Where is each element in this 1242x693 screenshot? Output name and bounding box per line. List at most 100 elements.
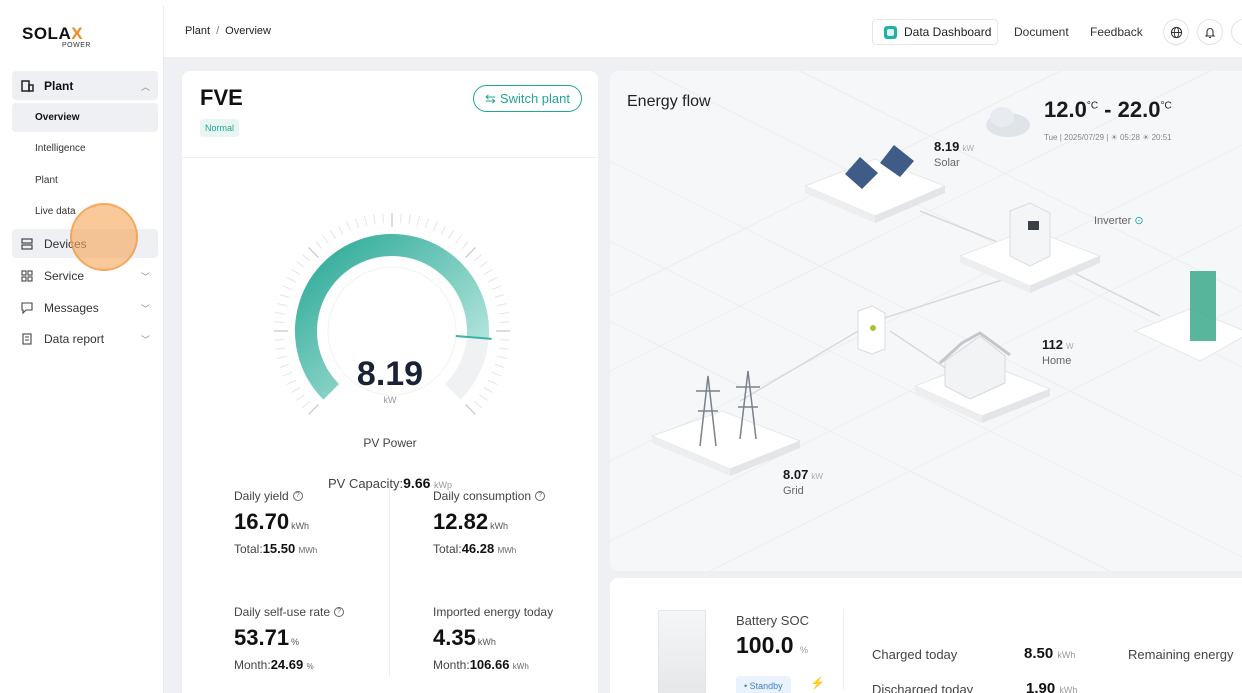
gauge-tick bbox=[373, 214, 376, 225]
gauge-tick bbox=[279, 294, 290, 299]
gauge-tick bbox=[322, 235, 329, 244]
service-icon bbox=[20, 269, 34, 283]
gauge-tick bbox=[346, 221, 352, 232]
gauge-tick bbox=[499, 338, 510, 341]
gauge-tick bbox=[455, 235, 462, 244]
battery-status-badge: • Standby bbox=[736, 676, 791, 693]
pv-power-label: PV Power bbox=[363, 436, 417, 450]
gauge-tick bbox=[274, 338, 285, 341]
gauge-tick bbox=[291, 268, 301, 275]
gauge-tick bbox=[483, 268, 493, 275]
help-icon[interactable]: ? bbox=[535, 491, 546, 501]
dashboard-icon bbox=[884, 25, 897, 39]
gauge-tick bbox=[496, 302, 507, 307]
gauge-tick bbox=[461, 240, 470, 250]
chevron-up-icon: ︿ bbox=[140, 82, 150, 92]
logo-sub: POWER bbox=[62, 42, 91, 49]
plant-name: FVE bbox=[200, 85, 243, 110]
gauge-tick bbox=[499, 321, 510, 324]
help-icon[interactable]: ? bbox=[334, 607, 345, 617]
sidebar-item-data-report[interactable]: Data report ﹀ bbox=[12, 324, 158, 353]
cloud-icon bbox=[986, 107, 1030, 137]
sidebar-item-messages[interactable]: Messages ﹀ bbox=[12, 293, 158, 322]
solar-panels-illustration bbox=[803, 145, 947, 223]
info-circle-icon: ⊙ bbox=[1134, 215, 1144, 227]
gauge-tick bbox=[416, 216, 421, 227]
gauge-tick bbox=[308, 404, 319, 415]
remaining-energy-label: Remaining energy bbox=[1128, 647, 1234, 662]
gauge-tick bbox=[296, 261, 305, 268]
pv-power-unit: kW bbox=[383, 395, 397, 405]
date-sun-line: Tue | 2025/07/29 | ☀ 05:28 ☀ 20:51 bbox=[1044, 133, 1172, 142]
gauge-tick bbox=[465, 247, 476, 258]
switch-plant-button[interactable]: ⇆ Switch plant bbox=[473, 85, 582, 112]
feedback-link[interactable]: Feedback bbox=[1090, 25, 1143, 39]
chevron-down-icon: ﹀ bbox=[140, 335, 150, 345]
document-link[interactable]: Document bbox=[1014, 25, 1069, 39]
charged-today-label: Charged today bbox=[872, 647, 958, 662]
gauge-tick bbox=[337, 225, 344, 235]
battery-card: Battery SOC 100.0 % • Standby ⚡ Charged … bbox=[610, 578, 1242, 693]
messages-icon bbox=[20, 301, 34, 315]
pv-power-value: 8.19 bbox=[356, 355, 424, 393]
app-frame: SOLAX POWER Plant ︿ Overview Intelligenc… bbox=[6, 6, 1242, 693]
gauge-tick bbox=[286, 276, 296, 283]
plant-status-badge: Normal bbox=[200, 119, 240, 137]
sidebar-item-intelligence[interactable]: Intelligence bbox=[12, 134, 158, 163]
stat-imported-energy: Imported energy today 4.35 kWh Month:106.… bbox=[433, 605, 554, 672]
discharged-today-value: 1.90 kWh bbox=[1026, 680, 1078, 693]
battery-image bbox=[658, 610, 706, 693]
sidebar-plant-label: Plant bbox=[44, 78, 74, 93]
energy-flow-title: Energy flow bbox=[627, 93, 711, 110]
gauge-tick bbox=[355, 218, 360, 229]
inverter-link[interactable]: Inverter ⊙ bbox=[1094, 214, 1144, 229]
solar-label: 8.19 kW Solar bbox=[934, 139, 974, 169]
gauge-tick bbox=[440, 225, 447, 235]
breadcrumb-overview: Overview bbox=[225, 25, 271, 37]
gauge-tick bbox=[382, 213, 385, 224]
bell-icon bbox=[1204, 27, 1216, 38]
stat-self-use-rate: Daily self-use rate? 53.71% Month:24.69 … bbox=[234, 605, 404, 672]
gauge-tick bbox=[479, 261, 488, 268]
gauge-tick bbox=[498, 312, 509, 315]
gauge-tick bbox=[488, 276, 498, 283]
sidebar-item-overview[interactable]: Overview bbox=[12, 103, 158, 132]
gauge-tick bbox=[424, 218, 429, 229]
top-header: Plant / Overview Data Dashboard Document F… bbox=[164, 6, 1242, 58]
gauge-tick bbox=[301, 253, 311, 262]
touch-indicator bbox=[70, 203, 138, 271]
account-button[interactable] bbox=[1231, 19, 1242, 45]
gauge-tick bbox=[498, 347, 509, 350]
gauge-tick bbox=[399, 213, 402, 224]
gauge-tick bbox=[314, 240, 323, 250]
notifications-button[interactable] bbox=[1197, 19, 1223, 45]
meter-illustration bbox=[857, 305, 886, 355]
home-illustration bbox=[913, 331, 1052, 423]
globe-icon bbox=[1170, 26, 1182, 38]
charged-today-value: 8.50 kWh bbox=[1024, 645, 1076, 662]
data-dashboard-button[interactable]: Data Dashboard bbox=[872, 19, 998, 45]
home-label: 112 W Home bbox=[1042, 337, 1074, 367]
gauge-tick bbox=[494, 294, 505, 299]
battery-soc-label: Battery SOC bbox=[736, 613, 809, 628]
report-icon bbox=[20, 332, 34, 346]
solax-logo: SOLAX POWER bbox=[22, 24, 91, 49]
pv-power-gauge bbox=[274, 213, 510, 415]
sidebar-item-plant[interactable]: Plant ︿ bbox=[12, 71, 158, 100]
gauge-tick bbox=[408, 214, 411, 225]
swap-icon: ⇆ bbox=[485, 90, 496, 106]
gauge-tick bbox=[275, 312, 286, 315]
gauge-tick bbox=[363, 216, 368, 227]
chevron-down-icon: ﹀ bbox=[140, 304, 150, 314]
language-button[interactable] bbox=[1163, 19, 1189, 45]
divider bbox=[182, 157, 598, 158]
breadcrumb-plant[interactable]: Plant bbox=[185, 25, 210, 37]
help-icon[interactable]: ? bbox=[292, 491, 303, 501]
plant-card: FVE Normal ⇆ Switch plant 8.19 kW PV Pow… bbox=[182, 71, 598, 693]
gauge-tick bbox=[491, 285, 502, 291]
gauge-tick bbox=[275, 347, 286, 350]
sidebar-item-plant-sub[interactable]: Plant bbox=[12, 166, 158, 195]
plant-icon bbox=[20, 79, 34, 93]
gauge-tick bbox=[308, 247, 319, 258]
chevron-down-icon: ﹀ bbox=[140, 272, 150, 282]
